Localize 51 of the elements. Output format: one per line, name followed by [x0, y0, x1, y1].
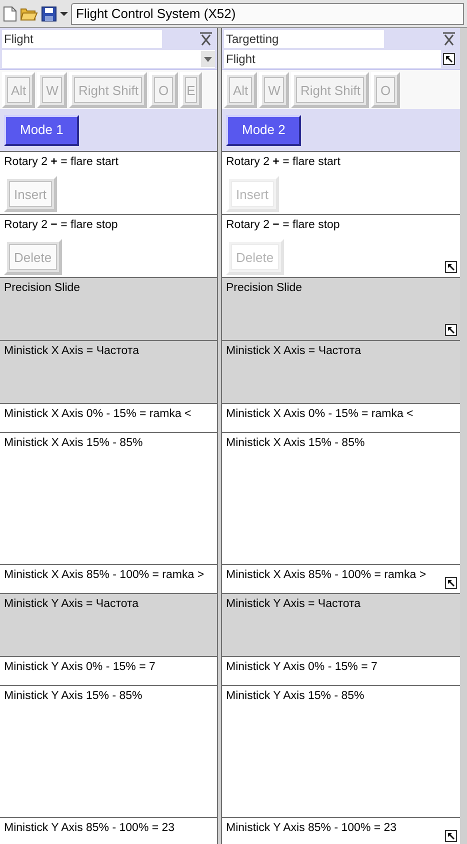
key-button[interactable]: O [371, 72, 400, 108]
key-button[interactable]: W [259, 72, 290, 108]
dropdown-field[interactable] [2, 50, 215, 68]
panel-title-field[interactable]: Targetting [224, 30, 384, 48]
row-button[interactable]: Delete [4, 239, 62, 275]
key-button[interactable]: E [180, 72, 202, 108]
expand-icon[interactable] [443, 53, 455, 65]
caret-icon[interactable] [60, 10, 68, 16]
row-label: Ministick X Axis = Частота [226, 344, 361, 359]
key-button[interactable]: Alt [2, 72, 36, 108]
row-label: Ministick X Axis 85% - 100% = ramka > [226, 568, 426, 583]
row-label: Precision Slide [226, 281, 302, 296]
close-icon[interactable] [442, 32, 456, 46]
row-label: Ministick Y Axis = Частота [4, 597, 139, 612]
key-button[interactable]: Right Shift [291, 72, 370, 108]
row-label: Ministick Y Axis = Частота [226, 597, 361, 612]
key-button[interactable]: Right Shift [69, 72, 148, 108]
row-label: Precision Slide [4, 281, 80, 296]
title-field[interactable]: Flight Control System (X52) [71, 2, 464, 24]
row-label: Rotary 2 + = flare start [226, 155, 340, 170]
key-button[interactable]: Alt [224, 72, 258, 108]
expand-icon[interactable] [445, 324, 457, 336]
mode-button[interactable]: Mode 1 [4, 114, 80, 146]
row-label: Rotary 2 − = flare stop [226, 218, 340, 233]
save-icon[interactable] [41, 6, 57, 22]
row-label: Ministick X Axis 0% - 15% = ramka < [226, 407, 414, 422]
row-label: Ministick Y Axis 85% - 100% = 23 [4, 821, 175, 836]
row-label: Ministick Y Axis 85% - 100% = 23 [226, 821, 397, 836]
row-label: Rotary 2 − = flare stop [4, 218, 118, 233]
row-label: Ministick X Axis 15% - 85% [4, 436, 143, 451]
expand-icon[interactable] [445, 261, 457, 273]
row-label: Ministick Y Axis 15% - 85% [226, 689, 364, 704]
close-icon[interactable] [199, 32, 213, 46]
row-label: Ministick X Axis = Частота [4, 344, 139, 359]
row-label: Ministick Y Axis 0% - 15% = 7 [4, 660, 156, 675]
row-label: Ministick X Axis 85% - 100% = ramka > [4, 568, 204, 583]
row-button[interactable]: Insert [4, 176, 57, 212]
key-button[interactable]: W [37, 72, 68, 108]
panel-title-field[interactable]: Flight [2, 30, 162, 48]
row-label: Ministick X Axis 0% - 15% = ramka < [4, 407, 192, 422]
expand-icon[interactable] [445, 577, 457, 589]
key-button[interactable]: O [149, 72, 178, 108]
row-label: Rotary 2 + = flare start [4, 155, 118, 170]
profile-field[interactable]: Flight [224, 50, 441, 68]
mode-button[interactable]: Mode 2 [226, 114, 302, 146]
row-label: Ministick Y Axis 0% - 15% = 7 [226, 660, 378, 675]
row-label: Ministick X Axis 15% - 85% [226, 436, 365, 451]
new-file-icon[interactable] [3, 6, 17, 22]
expand-icon[interactable] [445, 830, 457, 842]
folder-icon[interactable] [20, 6, 38, 22]
row-label: Ministick Y Axis 15% - 85% [4, 689, 142, 704]
